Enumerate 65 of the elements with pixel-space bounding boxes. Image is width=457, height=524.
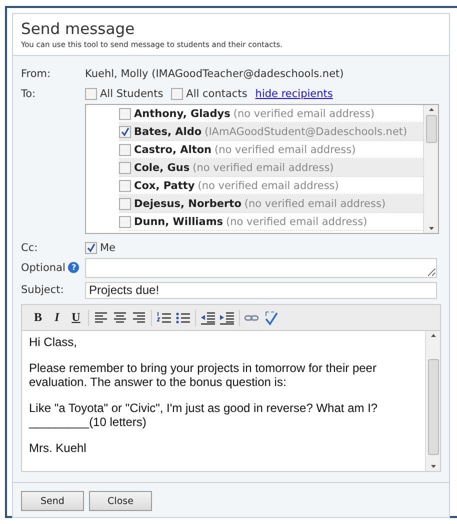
optional-field[interactable]	[85, 258, 437, 278]
body-text-line: Hi Class,	[29, 335, 78, 349]
close-button[interactable]: Close	[89, 491, 152, 511]
scrollbar[interactable]	[425, 331, 440, 471]
recipient-row[interactable]: Cole, Gus (no verified email address)	[119, 159, 423, 177]
checkbox[interactable]	[119, 162, 131, 174]
format-button[interactable]: U	[68, 310, 84, 326]
recipient-name: Bates, Aldo	[134, 126, 202, 138]
help-icon[interactable]: ?	[68, 262, 80, 273]
checkbox[interactable]	[119, 198, 131, 210]
numbered-list-icon[interactable]	[156, 310, 172, 326]
subject-field[interactable]: Projects due!	[85, 282, 437, 298]
recipient-name: Dunn, Williams	[134, 216, 224, 228]
recipient-email: (no verified email address)	[198, 180, 339, 192]
checkbox[interactable]	[119, 126, 131, 138]
align-center-icon[interactable]	[112, 310, 128, 326]
indent-icon[interactable]	[219, 310, 235, 326]
checkbox[interactable]	[119, 144, 131, 156]
field-label: Subject:	[21, 284, 65, 296]
body-text-line: evaluation. The answer to the bonus question is:	[29, 375, 288, 389]
field-label: Optional	[21, 262, 66, 274]
recipient-email: (no verified email address)	[192, 162, 334, 174]
sender-text: Kuehl, Molly (IMAGoodTeacher@dadeschools.net)	[85, 68, 344, 80]
checkbox[interactable]	[119, 216, 131, 228]
recipient-name: Castro, Alton	[134, 144, 212, 156]
scrollbar-thumb[interactable]	[426, 115, 436, 143]
checkbox-label: All contacts	[186, 88, 248, 100]
recipient-email: (no verified email address)	[233, 108, 375, 120]
format-button[interactable]: B	[30, 310, 46, 326]
checkbox[interactable]	[119, 108, 131, 120]
checkbox[interactable]	[85, 242, 97, 254]
recipient-email: (no verified email address)	[226, 216, 368, 228]
body-text-line: Please remember to bring your projects in tomorrow for their peer	[29, 361, 378, 375]
outdent-icon[interactable]	[200, 310, 216, 326]
recipient-row[interactable]: Bates, Aldo (IAmAGoodStudent@Dadeschools.net)	[119, 123, 423, 141]
format-button[interactable]: I	[49, 310, 65, 326]
checkbox-label: All Students	[100, 88, 164, 100]
bullet-list-icon[interactable]	[175, 310, 191, 326]
send-button[interactable]: Send	[21, 491, 84, 511]
recipient-email: (IAmAGoodStudent@Dadeschools.net)	[204, 126, 408, 138]
field-label: To:	[21, 88, 37, 100]
recipient-name: Cole, Gus	[134, 162, 190, 174]
checkbox[interactable]	[119, 180, 131, 192]
recipient-name: Cox, Patty	[134, 180, 195, 192]
scrollbar-thumb[interactable]	[428, 359, 438, 455]
recipient-email: (no verified email address)	[214, 144, 356, 156]
scrollbar[interactable]	[423, 105, 438, 233]
checkbox[interactable]	[171, 88, 184, 100]
body-text-line: _________(10 letters)	[29, 415, 148, 429]
hide-recipients-link[interactable]: hide recipients	[255, 88, 333, 100]
align-left-icon[interactable]	[93, 310, 109, 326]
dialog-title: Send message	[21, 20, 136, 38]
checkbox[interactable]	[85, 88, 97, 100]
spellcheck-icon[interactable]	[263, 310, 279, 326]
recipient-email: (no verified email address)	[244, 198, 386, 210]
recipient-name: Dejesus, Norberto	[134, 198, 242, 210]
checkbox-label: Me	[100, 242, 116, 254]
align-right-icon[interactable]	[131, 310, 147, 326]
field-label: From:	[21, 68, 52, 80]
recipient-row[interactable]: Dejesus, Norberto (no verified email address)	[119, 195, 423, 213]
field-label: Cc:	[21, 242, 39, 254]
body-text-line: Mrs. Kuehl	[29, 441, 88, 455]
recipient-name: Anthony, Gladys	[134, 108, 230, 120]
body-text-line: Like "a Toyota" or "Civic", I'm just as good in reverse? What am I?	[29, 401, 379, 415]
recipient-row[interactable]: Dunn, Williams (no verified email address)	[119, 213, 423, 231]
